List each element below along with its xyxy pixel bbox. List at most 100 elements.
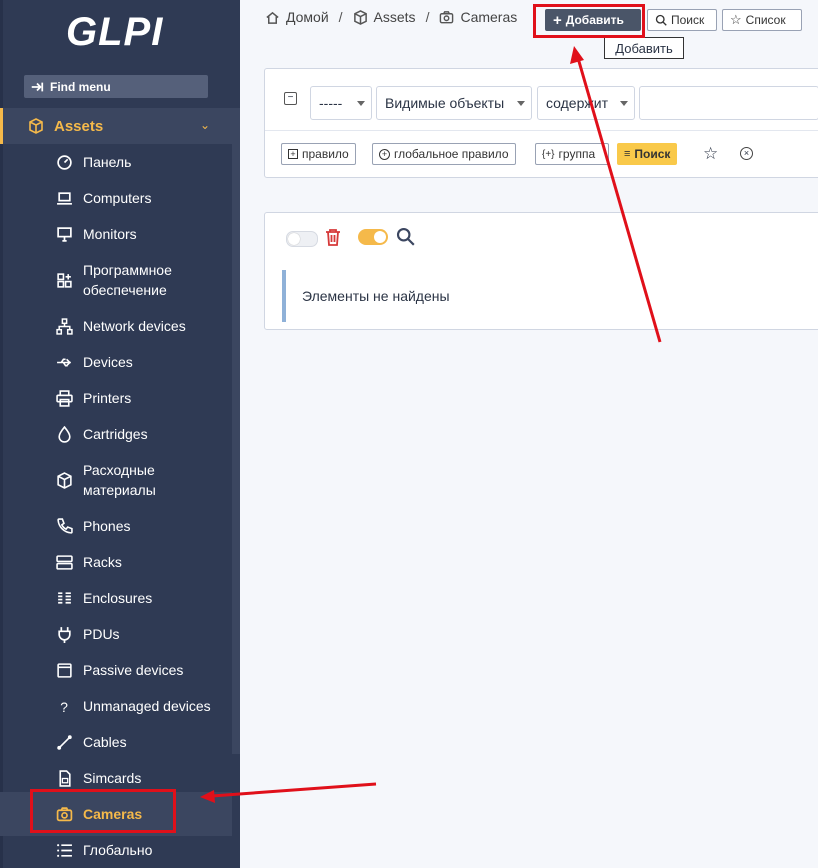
sidebar-item-label: Simcards — [83, 770, 142, 786]
sidebar-item-программное-обеспечение[interactable]: Программное обеспечение — [0, 260, 232, 300]
plus-square-icon: + — [288, 149, 298, 159]
toggle-knob — [374, 231, 386, 243]
annotation-box-cameras — [30, 789, 176, 833]
breadcrumb-separator: / — [425, 9, 430, 25]
sidebar-item-pdus[interactable]: PDUs — [0, 624, 232, 644]
add-rule-label: правило — [302, 147, 349, 161]
close-circle-icon[interactable]: × — [740, 147, 753, 160]
sidebar-item-simcards[interactable]: Simcards — [0, 768, 232, 788]
star-icon: ☆ — [730, 12, 742, 27]
plug-icon — [54, 624, 74, 644]
sidebar-item-label: Monitors — [83, 226, 137, 242]
sidebar-item-cartridges[interactable]: Cartridges — [0, 424, 232, 444]
laptop-icon — [54, 188, 74, 208]
usb-icon — [54, 352, 74, 372]
sidebar-item-label: Passive devices — [83, 662, 184, 678]
sidebar-item-monitors[interactable]: Monitors — [0, 224, 232, 244]
search-criteria-card: − ----- Видимые объекты содержит + прави… — [264, 68, 818, 178]
sidebar-item-label: Racks — [83, 554, 122, 570]
breadcrumb-separator: / — [338, 9, 343, 25]
sidebar-item-label: Панель — [83, 154, 132, 170]
toggle-off[interactable] — [286, 231, 318, 247]
phone-icon — [54, 516, 74, 536]
glpi-logo[interactable]: GLPI — [66, 10, 163, 55]
sidebar-item-passive-devices[interactable]: Passive devices — [0, 660, 232, 680]
sidebar-item-racks[interactable]: Racks — [0, 552, 232, 572]
sidebar-item-label: Computers — [83, 190, 152, 206]
sidebar-item-unmanaged-devices[interactable]: ? Unmanaged devices — [0, 696, 232, 716]
sidebar-item-phones[interactable]: Phones — [0, 516, 232, 536]
breadcrumb-assets[interactable]: Assets — [374, 9, 416, 25]
chevron-down-icon: ⌄ — [199, 118, 210, 132]
sidebar-item-enclosures[interactable]: Enclosures — [0, 588, 232, 608]
add-global-rule-button[interactable]: + глобальное правило — [372, 143, 516, 165]
search-button-label: Поиск — [671, 13, 705, 27]
trash-icon[interactable] — [324, 227, 342, 247]
sidebar-scrollbar[interactable] — [232, 142, 240, 754]
search-button[interactable]: Поиск — [647, 9, 717, 31]
breadcrumb-home[interactable]: Домой — [286, 9, 329, 25]
sidebar: GLPI Find menu Assets ⌄ Панель Computers M… — [0, 0, 240, 868]
add-rule-button[interactable]: + правило — [281, 143, 356, 165]
sidebar-item-панель[interactable]: Панель — [0, 152, 232, 172]
caret-down-icon — [620, 101, 628, 106]
sidebar-item-label: Глобально — [83, 842, 153, 858]
list-button-label: Список — [745, 13, 786, 27]
sidebar-item-label: Devices — [83, 354, 133, 370]
printer-icon — [54, 388, 74, 408]
collapse-icon[interactable]: − — [284, 92, 297, 105]
plus-circle-icon: + — [379, 148, 390, 160]
operator-select-value: содержит — [546, 95, 608, 111]
caret-down-icon — [517, 101, 525, 106]
sidebar-section-label: Assets — [54, 117, 104, 135]
field-select[interactable]: ----- — [310, 86, 372, 120]
list-icon — [54, 840, 74, 860]
sidebar-item-label: Printers — [83, 390, 132, 406]
caret-down-icon — [357, 101, 365, 106]
add-global-rule-label: глобальное правило — [394, 147, 509, 161]
star-icon[interactable]: ☆ — [703, 144, 718, 164]
find-menu-button[interactable]: Find menu — [24, 75, 208, 98]
breadcrumb-current[interactable]: Cameras — [460, 9, 517, 25]
add-group-button[interactable]: {+} группа — [535, 143, 609, 165]
sidebar-item-devices[interactable]: Devices — [0, 352, 232, 372]
run-search-button[interactable]: ≡ Поиск — [617, 143, 678, 165]
divider — [265, 130, 818, 131]
list-button[interactable]: ☆ Список — [722, 9, 802, 31]
cable-icon — [54, 732, 74, 752]
toggle-knob — [288, 233, 300, 245]
sidebar-item-printers[interactable]: Printers — [0, 388, 232, 408]
search-icon[interactable] — [396, 227, 415, 246]
svg-text:?: ? — [60, 698, 68, 714]
sidebar-item-label: Network devices — [83, 318, 186, 334]
arrow-right-icon — [31, 82, 44, 91]
sidebar-item-cables[interactable]: Cables — [0, 732, 232, 752]
search-list-icon: ≡ — [624, 148, 631, 160]
sidebar-item-расходные-материалы[interactable]: Расходные материалы — [0, 460, 232, 500]
sidebar-item-label: Cables — [83, 734, 127, 750]
sidebar-item-network-devices[interactable]: Network devices — [0, 316, 232, 336]
sidebar-item-label: PDUs — [83, 626, 120, 642]
sidebar-item-глобально[interactable]: Глобально — [0, 840, 232, 860]
monitor-icon — [54, 224, 74, 244]
tooltip: Добавить — [604, 37, 684, 59]
sidebar-item-label: Unmanaged devices — [83, 698, 211, 714]
home-icon — [266, 11, 279, 24]
sidebar-item-label: Cartridges — [83, 426, 148, 442]
toggle-on[interactable] — [358, 229, 388, 245]
sidebar-item-label: Расходные материалы — [83, 462, 156, 498]
operator-select[interactable]: содержит — [537, 86, 635, 120]
sidebar-item-label: Enclosures — [83, 590, 153, 606]
camera-icon — [440, 10, 454, 23]
box-icon — [353, 9, 367, 25]
sidebar-section-assets[interactable]: Assets ⌄ — [0, 108, 240, 144]
columns-icon — [54, 588, 74, 608]
item-type-select[interactable]: Видимые объекты — [376, 86, 532, 120]
gauge-icon — [54, 152, 74, 172]
active-section-bar — [0, 108, 3, 144]
sidebar-item-label: Phones — [83, 518, 131, 534]
sidebar-item-label: Программное обеспечение — [83, 262, 172, 298]
box-icon — [29, 118, 43, 134]
sidebar-item-computers[interactable]: Computers — [0, 188, 232, 208]
search-value-input[interactable] — [639, 86, 818, 120]
